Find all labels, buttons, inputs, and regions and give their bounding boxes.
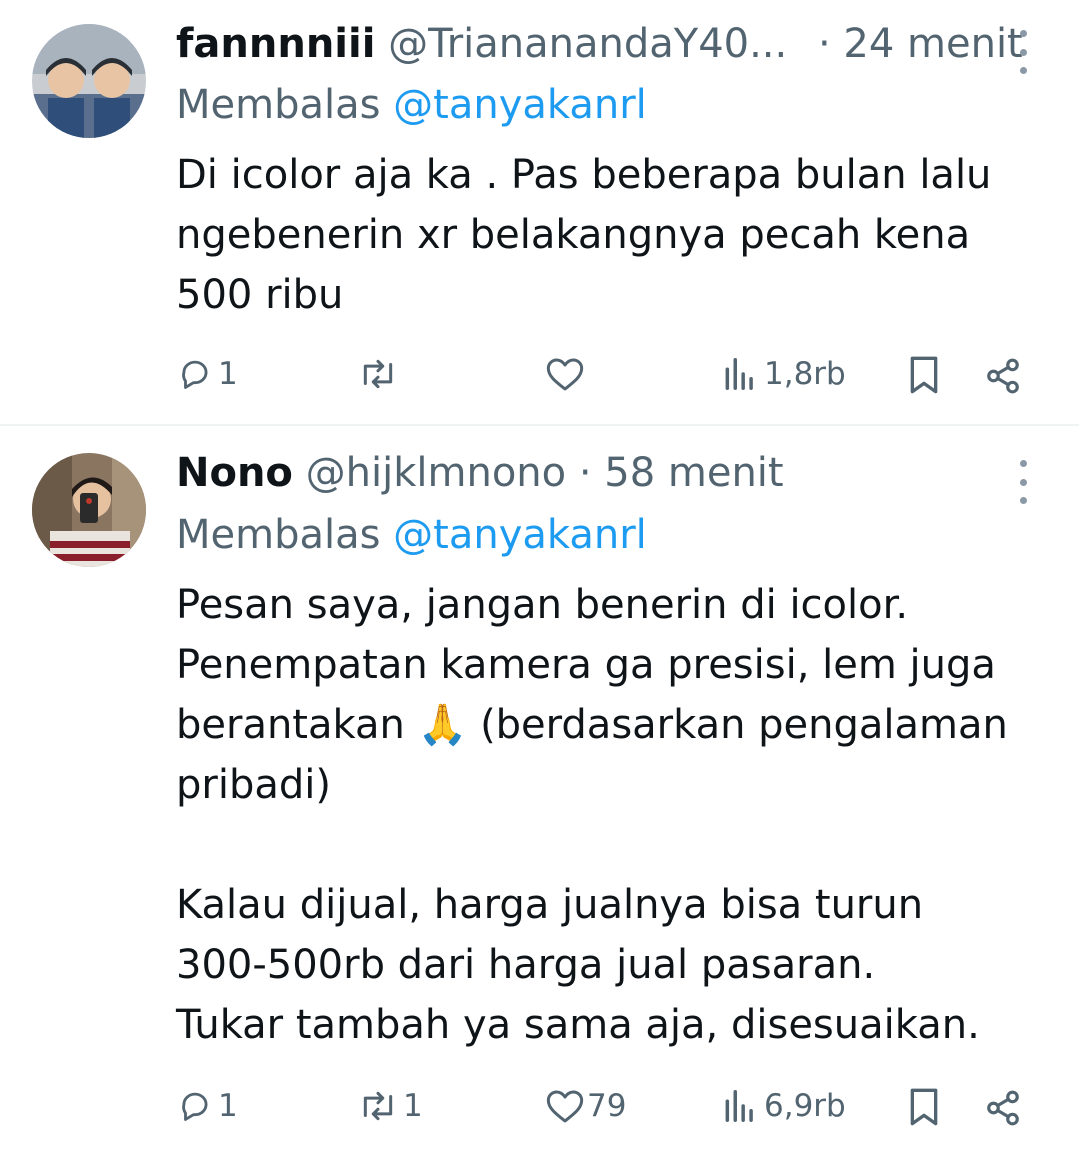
bookmark-icon [910, 1088, 938, 1126]
reply-prefix: Membalas [176, 82, 381, 128]
retweet-icon [363, 1091, 393, 1121]
share-icon [987, 1090, 1019, 1126]
timestamp[interactable]: · 24 menit [818, 21, 1023, 67]
views-icon [725, 1090, 753, 1122]
tweet-1[interactable]: fannnniii @TriananandaY40... · 24 menit … [0, 0, 1079, 425]
retweet-count: 1 [403, 1088, 423, 1124]
retweet-button[interactable] [355, 355, 401, 393]
reply-count: 1 [218, 356, 238, 392]
avatar[interactable] [32, 453, 146, 567]
display-name[interactable]: fannnniii [176, 21, 375, 67]
reply-icon [182, 1092, 208, 1121]
share-button[interactable] [984, 1089, 1022, 1127]
share-button[interactable] [984, 357, 1022, 395]
like-icon [546, 358, 584, 391]
like-button[interactable] [545, 355, 585, 393]
retweet-icon [363, 359, 393, 389]
reply-context: Membalas @tanyakanrl [176, 510, 647, 560]
like-icon [546, 1090, 584, 1123]
reply-context: Membalas @tanyakanrl [176, 80, 647, 130]
view-count: 1,8rb [764, 356, 846, 392]
handle[interactable]: @TriananandaY40... [388, 21, 787, 67]
like-button[interactable]: 79 [545, 1087, 626, 1125]
views-icon [725, 358, 753, 390]
reply-button[interactable]: 1 [176, 1087, 238, 1125]
display-name[interactable]: Nono [176, 450, 293, 496]
bookmark-button[interactable] [907, 355, 941, 395]
reply-to-handle[interactable]: @tanyakanrl [393, 512, 647, 558]
timestamp[interactable]: · 58 menit [579, 450, 784, 496]
bookmark-button[interactable] [907, 1087, 941, 1127]
tweet-text: Di icolor aja ka . Pas beberapa bulan la… [176, 152, 992, 318]
more-icon[interactable] [1012, 30, 1034, 74]
bookmark-icon [910, 356, 938, 394]
more-icon[interactable] [1012, 460, 1034, 504]
reply-icon [182, 360, 208, 389]
views-button[interactable]: 1,8rb [722, 355, 846, 393]
reply-count: 1 [218, 1088, 238, 1124]
handle[interactable]: @hijklmnono [306, 450, 566, 496]
reply-to-handle[interactable]: @tanyakanrl [393, 82, 647, 128]
view-count: 6,9rb [764, 1088, 846, 1124]
tweet-text: Pesan saya, jangan benerin di icolor. Pe… [176, 582, 1008, 1048]
tweet-header: fannnniii @TriananandaY40... · 24 menit [176, 19, 1023, 69]
views-button[interactable]: 6,9rb [722, 1087, 846, 1125]
like-count: 79 [587, 1088, 627, 1124]
tweet-2[interactable]: Nono @hijklmnono · 58 menit Membalas @ta… [0, 426, 1079, 1158]
avatar[interactable] [32, 24, 146, 138]
retweet-button[interactable]: 1 [355, 1087, 423, 1125]
tweet-header: Nono @hijklmnono · 58 menit [176, 448, 784, 498]
reply-button[interactable]: 1 [176, 355, 238, 393]
share-icon [987, 358, 1019, 394]
reply-prefix: Membalas [176, 512, 381, 558]
